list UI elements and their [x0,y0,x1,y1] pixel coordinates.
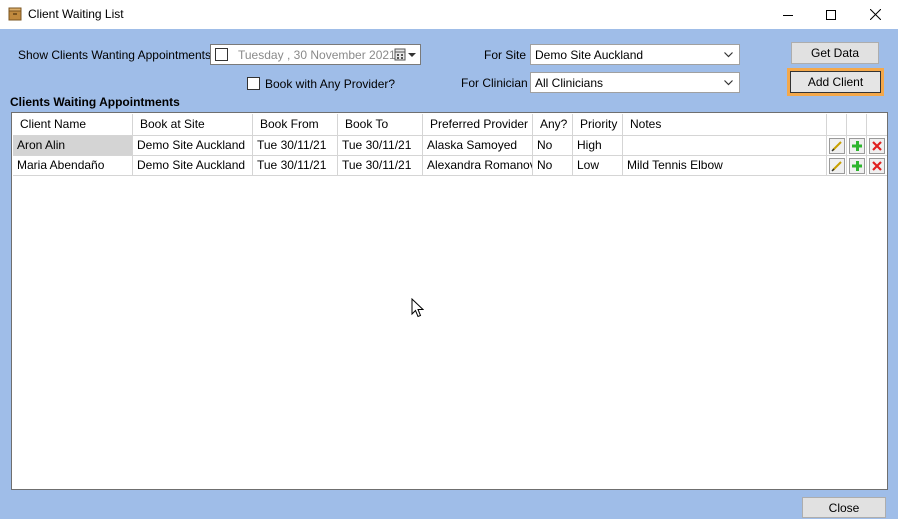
cell-book-from[interactable]: Tue 30/11/21 [253,156,338,176]
book-any-provider-label: Book with Any Provider? [265,77,396,91]
delete-button[interactable] [867,156,887,176]
column-header-client-name[interactable]: Client Name [13,114,133,136]
add-button-frame [848,137,865,154]
table-row[interactable]: Aron Alin Demo Site Auckland Tue 30/11/2… [13,136,887,156]
maximize-icon [826,9,836,20]
table-row[interactable]: Maria Abendaño Demo Site Auckland Tue 30… [13,156,887,176]
cell-notes[interactable] [623,136,827,156]
clinician-select[interactable]: All Clinicians [530,72,740,93]
cell-notes[interactable]: Mild Tennis Elbow [623,156,827,176]
for-site-label: For Site [484,48,527,62]
cell-book-to[interactable]: Tue 30/11/21 [338,136,423,156]
cell-preferred-provider[interactable]: Alaska Samoyed [423,136,533,156]
cell-book-to[interactable]: Tue 30/11/21 [338,156,423,176]
column-header-add [847,114,867,136]
window-title: Client Waiting List [28,7,124,21]
app-icon [8,7,22,21]
chevron-down-icon [724,52,733,58]
minimize-icon [783,14,793,16]
get-data-label: Get Data [810,46,860,60]
column-header-book-from[interactable]: Book From [253,114,338,136]
cell-book-at-site[interactable]: Demo Site Auckland [133,136,253,156]
cell-book-from[interactable]: Tue 30/11/21 [253,136,338,156]
edit-button[interactable] [827,136,847,156]
add-client-button[interactable]: Add Client [787,68,884,96]
edit-button[interactable] [827,156,847,176]
column-header-preferred-provider[interactable]: Preferred Provider [423,114,533,136]
delete-icon [872,160,882,171]
add-button-frame [848,157,865,174]
column-header-book-at-site[interactable]: Book at Site [133,114,253,136]
delete-button[interactable] [867,136,887,156]
show-clients-label: Show Clients Wanting Appointments on [18,48,228,62]
date-day: Tuesday [238,48,284,62]
edit-button-frame [828,137,845,154]
plus-icon [851,140,862,151]
minimize-button[interactable] [765,0,811,29]
close-button[interactable]: Close [802,497,886,518]
site-select[interactable]: Demo Site Auckland [530,44,740,65]
column-header-priority[interactable]: Priority [573,114,623,136]
close-label: Close [828,500,860,515]
cell-any[interactable]: No [533,136,573,156]
clinician-select-value: All Clinicians [535,76,604,90]
column-header-delete [867,114,887,136]
appointment-date-picker[interactable]: Tuesday , 30 November 2021 [210,44,421,65]
date-value: , 30 November 2021 [287,48,396,62]
cell-book-at-site[interactable]: Demo Site Auckland [133,156,253,176]
maximize-button[interactable] [808,0,854,29]
close-icon [869,9,881,20]
calendar-dropdown-icon[interactable] [394,48,418,62]
site-select-value: Demo Site Auckland [535,48,644,62]
plus-icon [851,160,862,171]
column-header-any[interactable]: Any? [533,114,573,136]
for-clinician-label: For Clinician [461,76,528,90]
waiting-list-grid[interactable]: Client Name Book at Site Book From Book … [11,112,888,490]
cell-client-name[interactable]: Maria Abendaño [13,156,133,176]
get-data-button[interactable]: Get Data [791,42,879,64]
grid-header: Client Name Book at Site Book From Book … [13,114,887,136]
cell-priority[interactable]: Low [573,156,623,176]
cell-any[interactable]: No [533,156,573,176]
column-header-book-to[interactable]: Book To [338,114,423,136]
pencil-icon [830,160,842,172]
grid-title: Clients Waiting Appointments [10,95,180,109]
column-header-notes[interactable]: Notes [623,114,827,136]
chevron-down-icon [724,80,733,86]
delete-icon [872,140,882,151]
cell-priority[interactable]: High [573,136,623,156]
pencil-icon [830,140,842,152]
cell-client-name[interactable]: Aron Alin [13,136,133,156]
delete-button-frame [869,137,885,154]
book-any-provider-checkbox[interactable] [247,77,260,90]
edit-button-frame [828,157,845,174]
column-header-edit [827,114,847,136]
close-window-button[interactable] [852,0,898,29]
add-button[interactable] [847,136,867,156]
add-client-label: Add Client [807,75,864,89]
add-button[interactable] [847,156,867,176]
date-enabled-checkbox[interactable] [215,48,228,61]
delete-button-frame [869,157,885,174]
mouse-pointer-icon [411,298,424,318]
cell-preferred-provider[interactable]: Alexandra Romanova [423,156,533,176]
title-bar: Client Waiting List [0,0,898,29]
